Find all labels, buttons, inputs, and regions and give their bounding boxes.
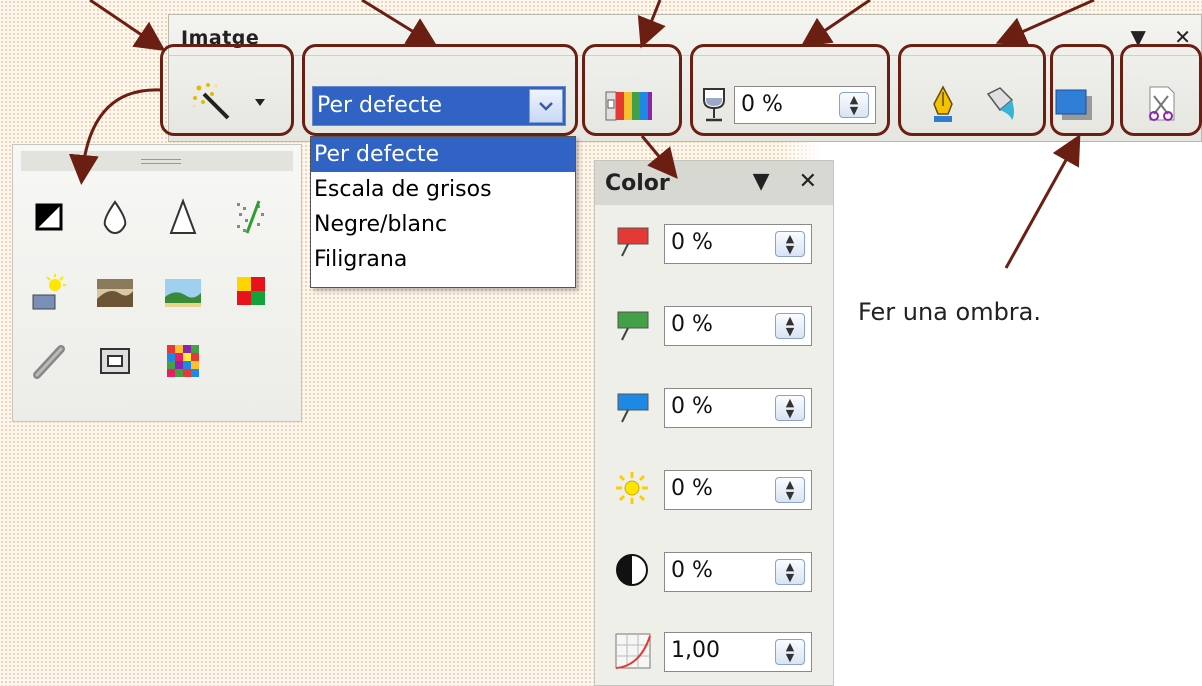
highlight-box-color xyxy=(582,44,682,136)
green-value: 0 % xyxy=(671,312,713,337)
green-spinner[interactable]: ▲ ▼ xyxy=(775,313,805,339)
green-field[interactable]: 0 % ▲ ▼ xyxy=(664,306,812,346)
brightness-spinner[interactable]: ▲ ▼ xyxy=(775,477,805,503)
highlight-box-transparency xyxy=(690,44,890,136)
solarization-filter-icon[interactable] xyxy=(29,273,69,313)
color-panel-title: Color xyxy=(605,171,670,196)
color-panel-close-icon[interactable]: ✕ xyxy=(799,169,817,194)
contrast-spinner[interactable]: ▲ ▼ xyxy=(775,559,805,585)
red-field[interactable]: 0 % ▲ ▼ xyxy=(664,224,812,264)
pop-art-filter-icon[interactable] xyxy=(231,273,271,313)
graphics-mode-option[interactable]: Filigrana xyxy=(311,242,575,277)
posterize-filter-icon[interactable] xyxy=(163,273,203,313)
gamma-spinner[interactable]: ▲ ▼ xyxy=(775,639,805,665)
smooth-filter-icon[interactable] xyxy=(95,197,135,237)
highlight-box-line-area xyxy=(898,44,1046,136)
red-channel-icon xyxy=(617,227,649,257)
highlight-box-crop xyxy=(1120,44,1202,136)
graphics-mode-option[interactable]: Escala de grisos xyxy=(311,172,575,207)
green-channel-icon xyxy=(617,311,649,341)
blue-field[interactable]: 0 % ▲ ▼ xyxy=(664,388,812,428)
graphics-mode-option[interactable]: Negre/blanc xyxy=(311,207,575,242)
invert-filter-icon[interactable] xyxy=(29,197,69,237)
aging-filter-icon[interactable] xyxy=(95,273,135,313)
filter-panel xyxy=(12,144,302,422)
contrast-value: 0 % xyxy=(671,558,713,583)
arrow-to-filter xyxy=(89,0,166,52)
blue-channel-icon xyxy=(617,393,649,423)
contrast-icon xyxy=(616,554,648,586)
contrast-field[interactable]: 0 % ▲ ▼ xyxy=(664,552,812,592)
mosaic-filter-icon[interactable] xyxy=(163,341,203,381)
panel-drag-handle[interactable] xyxy=(21,151,293,171)
brightness-value: 0 % xyxy=(671,476,713,501)
highlight-box-filter xyxy=(160,44,294,136)
highlight-box-shadow xyxy=(1050,44,1114,136)
shadow-annotation: Fer una ombra. xyxy=(858,298,1042,326)
graphics-mode-dropdown: Per defecte Escala de grisos Negre/blanc… xyxy=(310,136,576,288)
red-value: 0 % xyxy=(671,230,713,255)
gamma-field[interactable]: 1,00 ▲ ▼ xyxy=(664,632,812,672)
remove-noise-filter-icon[interactable] xyxy=(231,197,271,237)
relief-filter-icon[interactable] xyxy=(95,341,135,381)
highlight-box-graphics-mode xyxy=(302,44,578,136)
brightness-icon xyxy=(616,472,648,504)
red-spinner[interactable]: ▲ ▼ xyxy=(775,231,805,257)
graphics-mode-option[interactable]: Per defecte xyxy=(311,137,575,172)
blue-spinner[interactable]: ▲ ▼ xyxy=(775,395,805,421)
gamma-value: 1,00 xyxy=(671,638,720,663)
gamma-icon xyxy=(615,633,651,669)
color-panel-header[interactable]: Color ▼ ✕ xyxy=(595,161,833,205)
blue-value: 0 % xyxy=(671,394,713,419)
sharpen-filter-icon[interactable] xyxy=(163,197,203,237)
brightness-field[interactable]: 0 % ▲ ▼ xyxy=(664,470,812,510)
color-panel-menu-icon[interactable]: ▼ xyxy=(753,169,770,194)
charcoal-sketch-filter-icon[interactable] xyxy=(29,341,69,381)
